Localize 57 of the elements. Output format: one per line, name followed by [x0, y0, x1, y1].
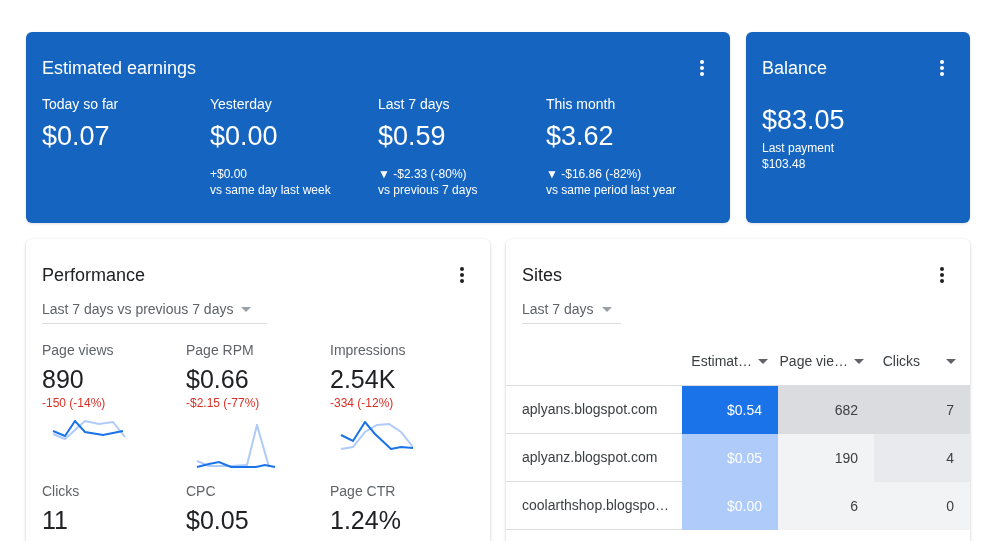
- balance-value: $83.05: [762, 104, 846, 136]
- table-cell: $0.00: [682, 482, 778, 530]
- metric-label: Clicks: [42, 482, 81, 501]
- metric-value: $0.66: [186, 365, 250, 393]
- date-range-dropdown[interactable]: Last 7 days vs previous 7 days: [42, 295, 267, 324]
- stat-value: $0.07: [42, 120, 111, 152]
- more-menu-icon[interactable]: [459, 266, 465, 284]
- caret-icon: [758, 359, 768, 364]
- metric-change: -334 (-12%): [330, 395, 395, 411]
- table-cell: 6: [778, 482, 874, 530]
- card-title: Sites: [522, 264, 563, 287]
- metric-label: Page CTR: [330, 482, 397, 501]
- stat-comparison: vs previous 7 days: [378, 182, 479, 198]
- table-cell: 682: [778, 386, 874, 434]
- stat-value: $0.59: [378, 120, 447, 152]
- metric-value: 2.54K: [330, 365, 397, 393]
- stat-label: This month: [546, 95, 617, 114]
- caret-icon: [601, 306, 612, 312]
- table-cell: $0.54: [682, 386, 778, 434]
- more-menu-icon[interactable]: [939, 266, 945, 284]
- stat-label: Last 7 days: [378, 95, 451, 114]
- metric-change: -150 (-14%): [42, 395, 107, 411]
- stat-change: +$0.00: [210, 166, 249, 182]
- card-title: Balance: [762, 57, 828, 80]
- metric-label: Page views: [42, 341, 115, 360]
- table-cell: 4: [874, 434, 970, 482]
- metric-value: 11: [42, 506, 69, 534]
- metric-label: Page RPM: [186, 341, 255, 360]
- table-cell: 0: [874, 482, 970, 530]
- stat-comparison: vs same period last year: [546, 182, 678, 198]
- table-cell: $0.05: [682, 434, 778, 482]
- column-header[interactable]: Page vie…: [778, 338, 874, 385]
- caret-icon: [241, 306, 252, 312]
- stat-label: Yesterday: [210, 95, 273, 114]
- stat-label: Last payment: [762, 140, 836, 156]
- caret-icon: [946, 359, 956, 364]
- date-range-dropdown[interactable]: Last 7 days: [522, 295, 621, 324]
- stat-value: $3.62: [546, 120, 615, 152]
- column-header[interactable]: Clicks: [874, 338, 970, 385]
- payment-amount: $103.48: [762, 156, 807, 172]
- metric-change: -$2.15 (-77%): [186, 395, 261, 411]
- metric-label: CPC: [186, 482, 217, 501]
- column-header[interactable]: Estimat…: [682, 338, 778, 385]
- stat-comparison: vs same day last week: [210, 182, 332, 198]
- stat-label: Today so far: [42, 95, 120, 114]
- stat-change: ▼ -$16.86 (-82%): [546, 166, 643, 182]
- metric-label: Impressions: [330, 341, 407, 360]
- metric-value: 1.24%: [330, 506, 402, 534]
- metric-value: 890: [42, 365, 85, 393]
- stat-change: ▼ -$2.33 (-80%): [378, 166, 468, 182]
- stat-value: $0.00: [210, 120, 279, 152]
- card-title: Estimated earnings: [42, 57, 197, 80]
- table-cell: 7: [874, 386, 970, 434]
- caret-icon: [854, 359, 864, 364]
- card-title: Performance: [42, 264, 146, 287]
- metric-value: $0.05: [186, 506, 250, 534]
- table-cell: 190: [778, 434, 874, 482]
